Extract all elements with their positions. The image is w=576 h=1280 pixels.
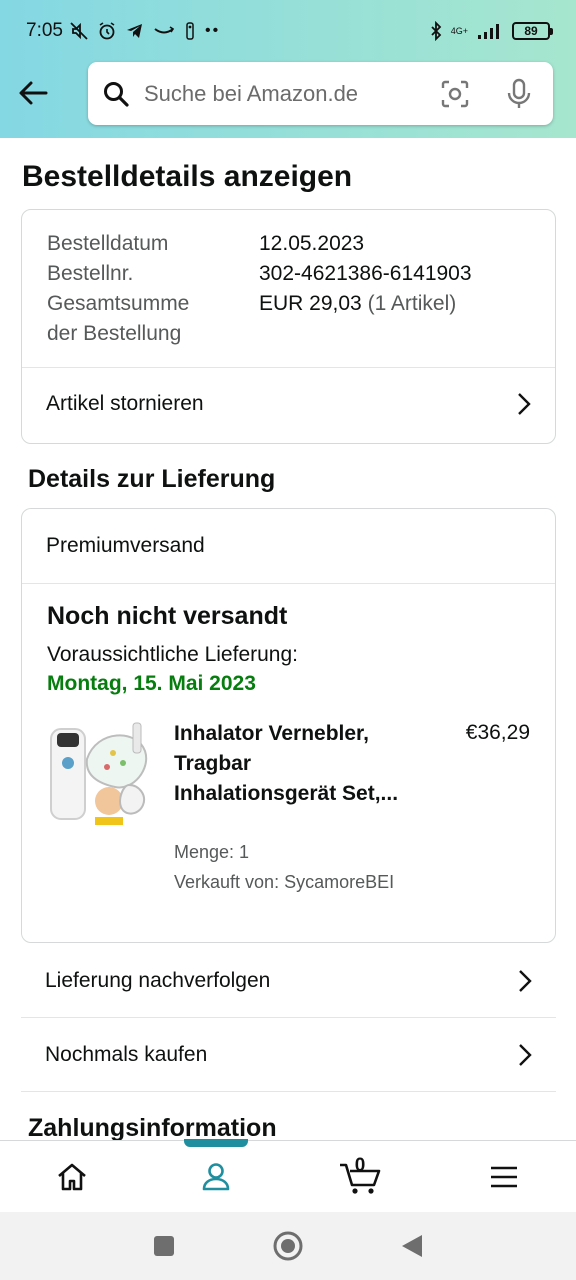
- nav-account[interactable]: [144, 1139, 288, 1212]
- bottom-navigation: 0: [0, 1139, 576, 1212]
- cancel-items-link[interactable]: Artikel stornieren: [22, 367, 555, 441]
- shipping-type-label: Premiumversand: [46, 534, 205, 557]
- status-time: 7:05: [26, 20, 63, 41]
- product-seller: Verkauft von: SycamoreBEI: [174, 872, 395, 892]
- app-notification-icon: [186, 22, 194, 40]
- buy-again-link[interactable]: Nochmals kaufen: [21, 1018, 556, 1092]
- system-navigation-bar: [0, 1212, 576, 1280]
- order-date-label: Bestelldatum: [47, 232, 169, 255]
- order-summary-card: Bestelldatum 12.05.2023 Bestellnr. 302-4…: [21, 209, 556, 444]
- amazon-smile-icon: [154, 26, 175, 34]
- bluetooth-icon: [431, 21, 442, 41]
- chevron-right-icon: [519, 969, 532, 992]
- shipment-status: Noch nicht versandt: [47, 602, 288, 630]
- app-header: 7:05 •• 4G+ 89 Suche bei Amazon.de: [0, 0, 576, 138]
- nav-menu[interactable]: [432, 1141, 576, 1212]
- voice-search-button[interactable]: [499, 74, 539, 114]
- status-system-icons: 4G+ 89: [429, 21, 553, 41]
- camera-scan-icon: [441, 80, 469, 107]
- battery-icon: 89: [512, 22, 553, 40]
- product-quantity: Menge: 1: [174, 842, 250, 862]
- payment-section-title: Zahlungsinformation: [28, 1114, 277, 1140]
- menu-icon: [491, 1166, 517, 1187]
- order-total-amount: EUR 29,03: [259, 292, 362, 315]
- home-icon: [58, 1163, 86, 1190]
- divider: [22, 583, 555, 584]
- more-notifications-icon: ••: [204, 22, 221, 39]
- order-number-value: 302-4621386-6141903: [259, 262, 472, 285]
- account-icon: [202, 1162, 230, 1190]
- nav-cart[interactable]: 0: [288, 1141, 432, 1212]
- status-bar: 7:05 •• 4G+ 89: [0, 0, 576, 62]
- track-delivery-link[interactable]: Lieferung nachverfolgen: [21, 944, 556, 1018]
- buy-again-label: Nochmals kaufen: [45, 1042, 208, 1066]
- delivery-eta-date: Montag, 15. Mai 2023: [47, 672, 256, 695]
- page-title: Bestelldetails anzeigen: [22, 160, 353, 193]
- chevron-right-icon: [518, 393, 531, 415]
- cart-count: 0: [354, 1155, 366, 1176]
- product-title[interactable]: Inhalator Vernebler, Tragbar Inhalations…: [174, 719, 419, 809]
- back-triangle-icon[interactable]: [400, 1233, 424, 1259]
- alarm-icon: [99, 22, 115, 40]
- home-button-icon[interactable]: [272, 1230, 304, 1262]
- shipping-type: Premiumversand: [22, 509, 555, 583]
- track-delivery-label: Lieferung nachverfolgen: [45, 968, 271, 992]
- order-total-label-line2: der Bestellung: [47, 322, 182, 345]
- delivery-card: Premiumversand Noch nicht versandt Vorau…: [21, 508, 556, 943]
- cancel-items-label: Artikel stornieren: [46, 392, 204, 415]
- search-icon: [104, 81, 129, 107]
- order-details-content[interactable]: Bestelldetails anzeigen Bestelldatum 12.…: [0, 138, 576, 1140]
- status-notification-icons: ••: [69, 21, 220, 41]
- nav-home[interactable]: [0, 1141, 144, 1212]
- delivery-eta-label: Voraussichtliche Lieferung:: [47, 643, 298, 666]
- product-price: €36,29: [465, 721, 530, 744]
- order-total-label: Gesamtsumme der Bestellung: [47, 289, 189, 349]
- recent-apps-icon[interactable]: [152, 1234, 176, 1258]
- back-arrow-icon: [19, 81, 48, 105]
- nebulizer-product-image: [50, 722, 148, 825]
- search-bar[interactable]: Suche bei Amazon.de: [88, 62, 553, 125]
- camera-search-button[interactable]: [435, 74, 475, 114]
- order-item-count: (1 Artikel): [367, 292, 457, 315]
- muted-icon: [70, 22, 88, 40]
- chevron-right-icon: [519, 1043, 532, 1066]
- signal-icon: [478, 24, 499, 39]
- order-total-value: EUR 29,03 (1 Artikel): [259, 289, 456, 319]
- search-input[interactable]: Suche bei Amazon.de: [144, 81, 435, 107]
- order-number-label: Bestellnr.: [47, 262, 134, 285]
- network-type-label: 4G+: [450, 25, 468, 36]
- order-date-value: 12.05.2023: [259, 232, 365, 255]
- microphone-icon: [507, 78, 531, 108]
- product-image[interactable]: [47, 719, 151, 825]
- telegram-icon: [126, 24, 142, 38]
- order-total-label-line1: Gesamtsumme: [47, 292, 190, 315]
- active-tab-indicator: [184, 1139, 248, 1147]
- delivery-section-title: Details zur Lieferung: [28, 465, 276, 493]
- back-button[interactable]: [14, 74, 52, 112]
